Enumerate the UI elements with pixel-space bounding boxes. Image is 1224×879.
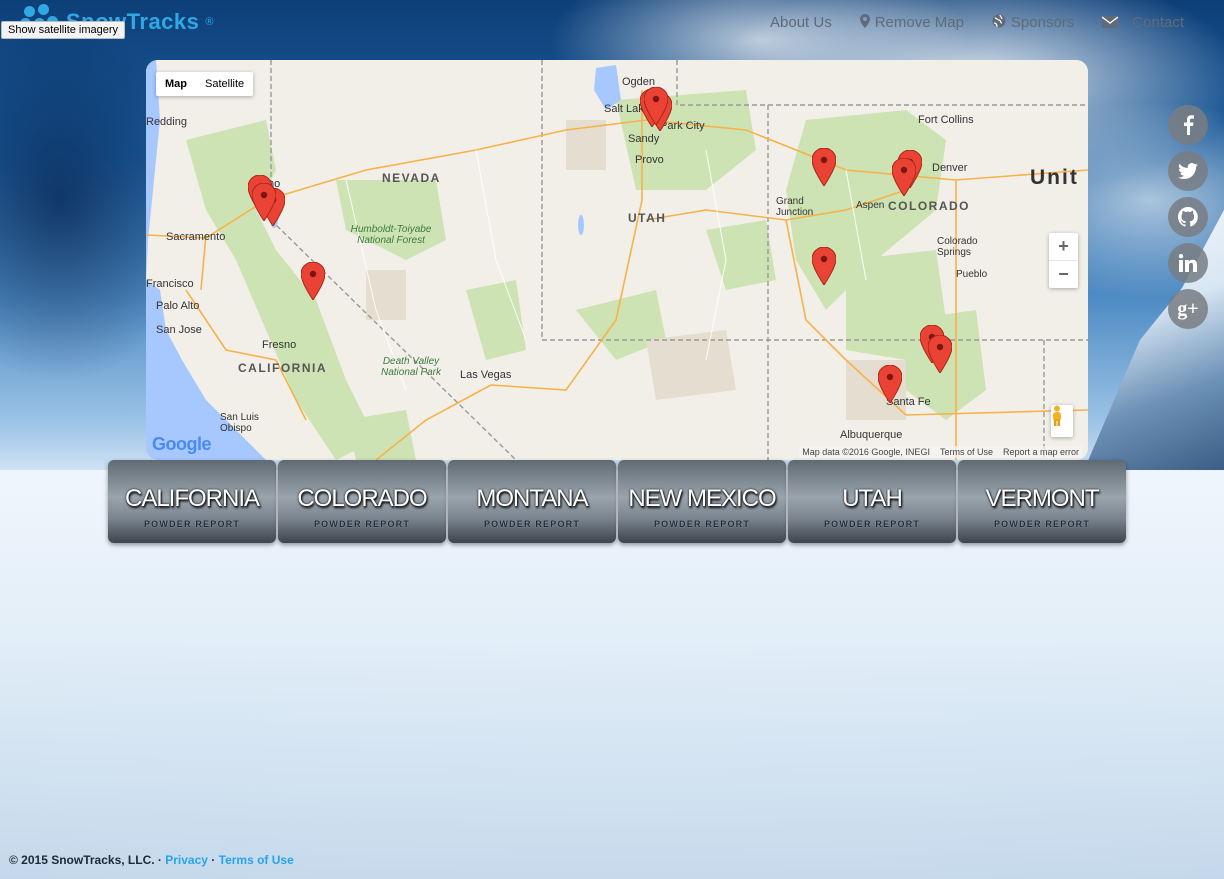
- nav-contact[interactable]: Contact: [1101, 14, 1184, 31]
- map-city: San Luis Obispo: [220, 412, 259, 434]
- map-type-map-button[interactable]: Map: [156, 72, 196, 96]
- map-city: Redding: [146, 116, 187, 128]
- state-tile-name: NEW MEXICO: [628, 485, 776, 512]
- map-city: Pueblo: [956, 269, 988, 280]
- map-type-satellite-button[interactable]: Satellite: [196, 72, 253, 96]
- map-state-nevada: NEVADA: [382, 171, 441, 185]
- state-tile-vermont[interactable]: VERMONT POWDER REPORT: [958, 460, 1126, 543]
- state-tile-utah[interactable]: UTAH POWDER REPORT: [788, 460, 956, 543]
- state-tile-subtitle: POWDER REPORT: [993, 519, 1091, 529]
- report-map-error-link[interactable]: Report a map error: [1003, 447, 1079, 457]
- zoom-out-button[interactable]: −: [1049, 261, 1078, 288]
- map-marker-pin-icon[interactable]: [812, 247, 836, 285]
- zoom-control: + −: [1049, 233, 1078, 288]
- state-tile-name: VERMONT: [985, 485, 1100, 512]
- globe-icon: [992, 14, 1006, 31]
- state-tile-subtitle: POWDER REPORT: [823, 519, 921, 529]
- map-marker-pin-icon[interactable]: [301, 262, 325, 300]
- zoom-in-button[interactable]: +: [1049, 233, 1078, 260]
- nav-sponsors-label: Sponsors: [1010, 14, 1075, 31]
- google-logo: Google: [152, 434, 212, 455]
- map-city: Fort Collins: [918, 114, 974, 126]
- state-tile-name: MONTANA: [476, 485, 588, 512]
- nav-contact-label: Contact: [1132, 14, 1184, 31]
- state-tile-name: CALIFORNIA: [124, 485, 260, 512]
- map-city: Palo Alto: [156, 300, 200, 312]
- state-tile-montana[interactable]: MONTANA POWDER REPORT: [448, 460, 616, 543]
- footer-copyright: © 2015 SnowTracks, LLC. ·: [9, 853, 162, 867]
- footer-privacy-link[interactable]: Privacy: [165, 853, 208, 867]
- state-tile-california[interactable]: CALIFORNIA POWDER REPORT: [108, 460, 276, 543]
- state-tiles: CALIFORNIA POWDER REPORT COLORADO POWDER…: [108, 460, 1128, 543]
- header: SnowTracks ® Show satellite imagery Abou…: [0, 0, 1224, 50]
- map-city: Grand Junction: [776, 196, 814, 218]
- map-marker-pin-icon[interactable]: [644, 87, 668, 125]
- map-city: Colorado Springs: [937, 236, 978, 258]
- map-data-credit: Map data ©2016 Google, INEGI: [802, 447, 930, 457]
- logo-registered-mark: ®: [205, 16, 214, 28]
- satellite-tooltip: Show satellite imagery: [1, 21, 126, 39]
- state-tile-name: UTAH: [842, 485, 903, 512]
- pegman-icon[interactable]: [1051, 405, 1073, 437]
- map-marker-icon: [859, 14, 870, 31]
- twitter-icon[interactable]: [1168, 151, 1208, 191]
- nav-about-us-label: About Us: [770, 14, 832, 31]
- map[interactable]: NEVADA UTAH COLORADO CALIFORNIA Unit Hum…: [146, 60, 1088, 460]
- map-marker-pin-icon[interactable]: [812, 148, 836, 186]
- map-city: Provo: [635, 154, 664, 166]
- map-city: Fresno: [262, 339, 297, 351]
- main-nav: About Us Remove Map Sponsors Contact: [770, 14, 1184, 31]
- terms-of-use-link[interactable]: Terms of Use: [940, 447, 993, 457]
- map-city: Albuquerque: [840, 429, 903, 441]
- map-type-control: Map Satellite: [156, 72, 254, 96]
- state-tile-subtitle: POWDER REPORT: [313, 519, 411, 529]
- google-plus-glyph: g+: [1177, 297, 1199, 320]
- map-city: Sandy: [628, 133, 660, 145]
- map-marker-pin-icon[interactable]: [252, 183, 276, 221]
- map-marker-pin-icon[interactable]: [878, 365, 902, 403]
- google-logo-text: Google: [152, 434, 212, 454]
- map-park-humboldt: Humboldt-Toiyabe National Forest: [350, 224, 432, 246]
- footer-separator: ·: [211, 853, 216, 867]
- map-marker-pin-icon[interactable]: [928, 335, 952, 373]
- nav-remove-map[interactable]: Remove Map: [859, 14, 964, 31]
- state-tile-new-mexico[interactable]: NEW MEXICO POWDER REPORT: [618, 460, 786, 543]
- nav-about-us[interactable]: About Us: [770, 14, 832, 31]
- map-city: Denver: [932, 162, 968, 174]
- state-tile-name: COLORADO: [297, 485, 427, 512]
- facebook-icon[interactable]: [1168, 105, 1208, 145]
- map-attribution: Map data ©2016 Google, INEGI Terms of Us…: [799, 446, 1082, 458]
- footer: © 2015 SnowTracks, LLC. · Privacy · Term…: [9, 853, 294, 867]
- map-country-label: Unit: [1030, 166, 1079, 189]
- map-state-california: CALIFORNIA: [238, 361, 327, 375]
- map-city: Aspen: [856, 200, 885, 211]
- github-icon[interactable]: [1168, 197, 1208, 237]
- footer-terms-link[interactable]: Terms of Use: [219, 853, 294, 867]
- linkedin-icon[interactable]: [1168, 243, 1208, 283]
- social-links: g+: [1168, 105, 1208, 329]
- map-state-colorado: COLORADO: [888, 199, 970, 213]
- map-city: Francisco: [146, 278, 194, 290]
- map-park-death-valley: Death Valley National Park: [380, 356, 442, 378]
- google-plus-icon[interactable]: g+: [1168, 289, 1208, 329]
- map-city: Las Vegas: [460, 369, 512, 381]
- state-tile-subtitle: POWDER REPORT: [143, 519, 241, 529]
- nav-sponsors[interactable]: Sponsors: [992, 14, 1074, 31]
- state-tile-subtitle: POWDER REPORT: [653, 519, 751, 529]
- map-marker-pin-icon[interactable]: [892, 158, 916, 196]
- map-city: San Jose: [156, 324, 202, 336]
- state-tile-subtitle: POWDER REPORT: [483, 519, 581, 529]
- map-city: Sacramento: [166, 231, 226, 243]
- state-tile-colorado[interactable]: COLORADO POWDER REPORT: [278, 460, 446, 543]
- map-state-utah: UTAH: [628, 211, 667, 225]
- nav-remove-map-label: Remove Map: [874, 14, 964, 31]
- envelope-icon: [1101, 15, 1119, 31]
